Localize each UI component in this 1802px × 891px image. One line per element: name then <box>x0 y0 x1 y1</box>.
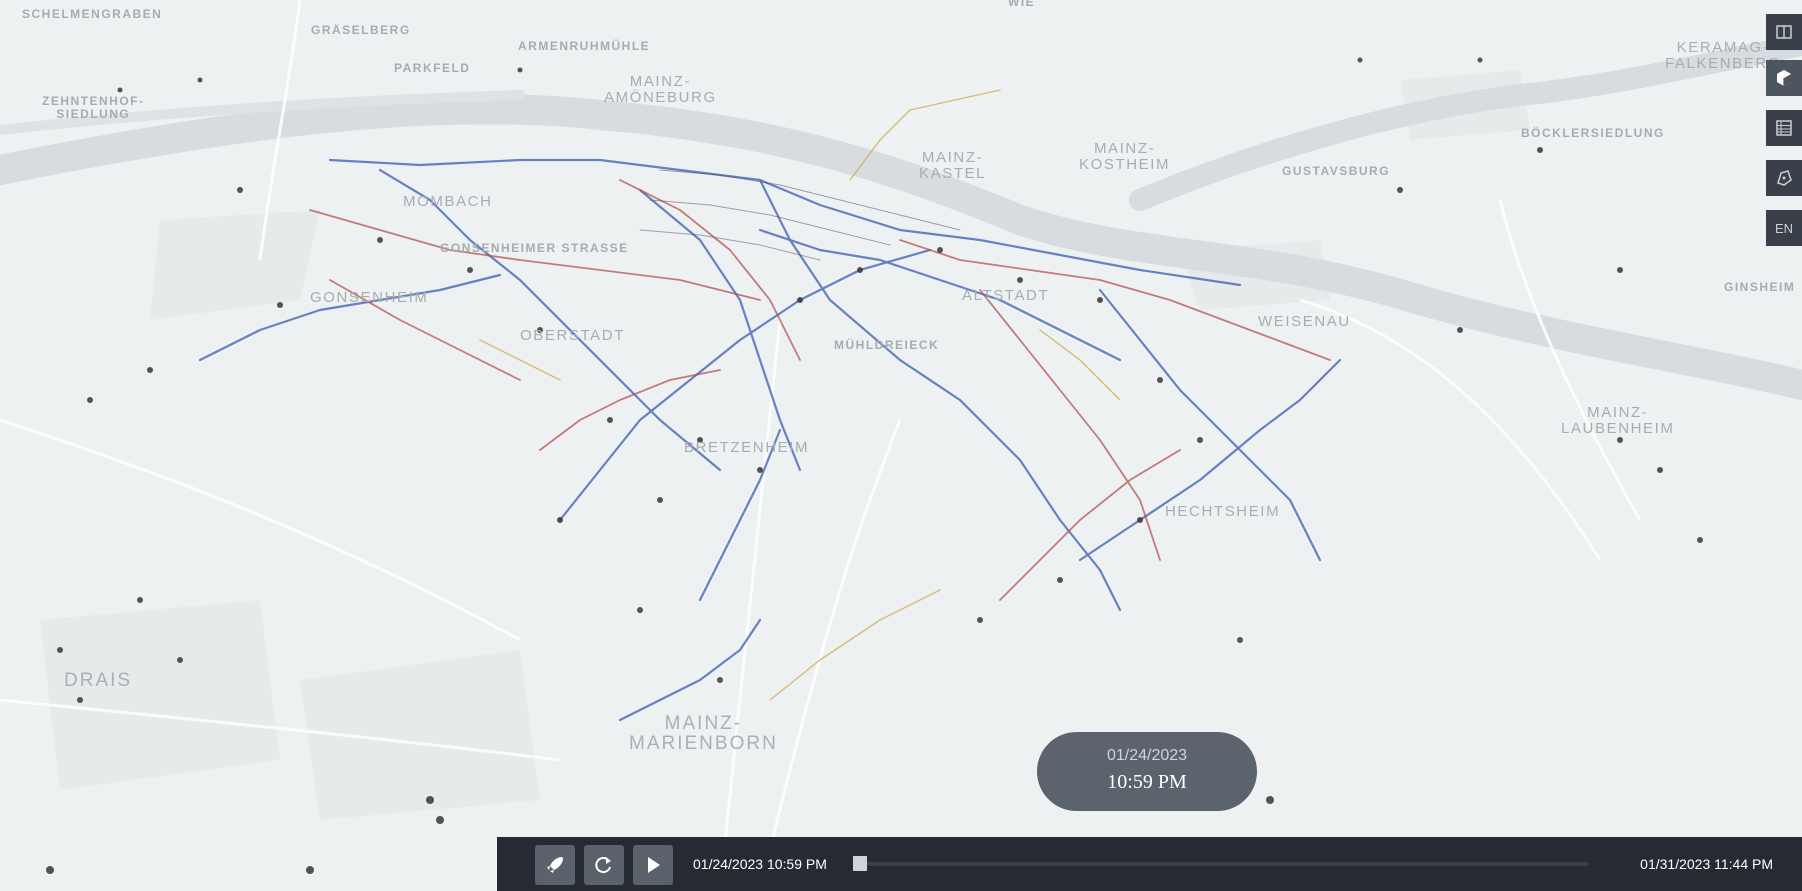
panel-icon <box>1776 25 1792 39</box>
panel-toggle-button[interactable] <box>1766 14 1802 50</box>
play-icon <box>648 857 660 873</box>
language-button[interactable]: EN <box>1766 210 1802 246</box>
map-area-icon <box>1777 170 1792 186</box>
table-icon <box>1776 120 1792 136</box>
reset-icon <box>595 857 611 874</box>
timeline-slider-handle[interactable] <box>853 856 867 871</box>
language-label: EN <box>1774 220 1794 236</box>
map-area-button[interactable] <box>1766 160 1802 196</box>
landuse-layer <box>40 70 1530 820</box>
range-start-label: 01/24/2023 10:59 PM <box>693 856 827 872</box>
rocket-icon <box>547 857 563 873</box>
view-3d-button[interactable] <box>1766 60 1802 96</box>
cube-icon <box>1777 70 1791 86</box>
range-end-label: 01/31/2023 11:44 PM <box>1640 856 1773 872</box>
table-button[interactable] <box>1766 110 1802 146</box>
playback-bar: 01/24/2023 10:59 PM 01/31/2023 11:44 PM <box>497 837 1802 891</box>
play-button[interactable] <box>633 845 673 885</box>
current-time: 10:59 PM <box>1107 771 1187 793</box>
current-date: 01/24/2023 <box>1106 747 1188 764</box>
map-canvas[interactable] <box>0 0 1802 891</box>
launch-button[interactable] <box>535 845 575 885</box>
reset-button[interactable] <box>584 845 624 885</box>
timeline-track[interactable] <box>860 862 1588 866</box>
current-time-display: 01/24/2023 10:59 PM <box>1037 732 1257 811</box>
